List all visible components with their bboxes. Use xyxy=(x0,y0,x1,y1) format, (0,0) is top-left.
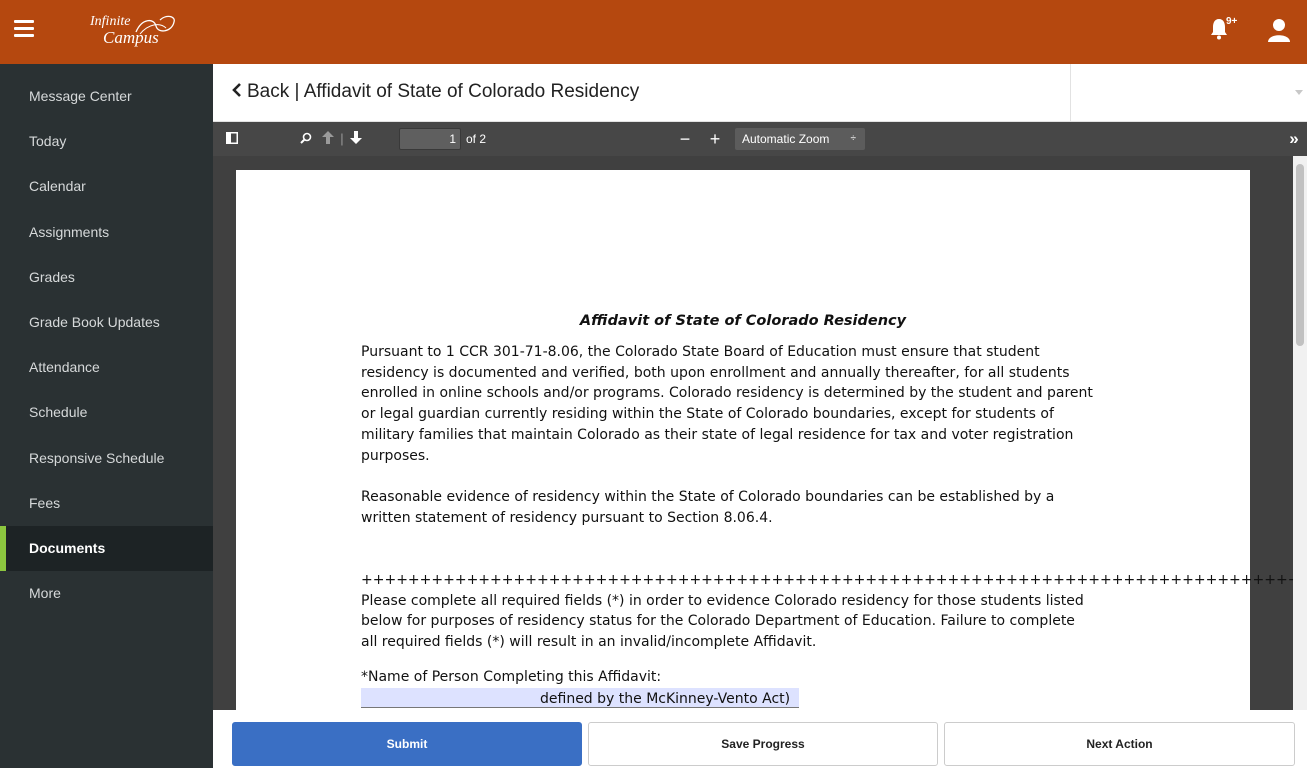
document-title: Affidavit of State of Colorado Residency xyxy=(579,313,907,329)
cut-off-line: defined by the McKinney-Vento Act) xyxy=(540,691,791,707)
pdf-toolbar: | 1 of 2 − + Automatic Zoom ÷ » xyxy=(213,122,1307,156)
sidebar-item-calendar[interactable]: Calendar xyxy=(0,164,213,209)
paragraph-residency-requirement: Pursuant to 1 CCR 301-71-8.06, the Color… xyxy=(361,342,1161,466)
notifications-bell-icon[interactable]: 9+ xyxy=(1210,16,1240,46)
user-profile-icon[interactable] xyxy=(1268,18,1294,44)
paragraph-line: Please complete all required fields (*) … xyxy=(361,592,1084,609)
pdf-viewer[interactable]: Affidavit of State of Colorado Residency… xyxy=(213,156,1293,710)
paragraph-line: enrolled in online schools and/or progra… xyxy=(361,385,1093,402)
sidebar: Message Center Today Calendar Assignment… xyxy=(0,64,213,768)
separator-line: ++++++++++++++++++++++++++++++++++++++++… xyxy=(361,572,1293,588)
paragraph-line: or legal guardian currently residing wit… xyxy=(361,406,1054,423)
sidebar-item-fees[interactable]: Fees xyxy=(0,481,213,526)
chevron-down-icon xyxy=(1295,90,1303,95)
save-progress-button[interactable]: Save Progress xyxy=(588,722,938,766)
logo-swoosh-icon xyxy=(135,15,175,35)
paragraph-line: below for purposes of residency status f… xyxy=(361,613,1075,630)
sidebar-item-grades[interactable]: Grades xyxy=(0,255,213,300)
pdf-page: Affidavit of State of Colorado Residency… xyxy=(236,170,1293,710)
paragraph-line: Reasonable evidence of residency within … xyxy=(361,489,1055,505)
select-arrows-icon: ÷ xyxy=(850,133,857,144)
paragraph-line: residency is documented and verified, bo… xyxy=(361,364,1070,381)
sidebar-item-documents[interactable]: Documents xyxy=(0,526,213,571)
paragraph-line: all required fields (*) will result in a… xyxy=(361,634,817,651)
sidebar-toggle-icon[interactable] xyxy=(221,122,243,156)
chevron-left-icon xyxy=(232,83,241,97)
top-bar: Infinite Campus 9+ xyxy=(0,0,1307,64)
sidebar-item-attendance[interactable]: Attendance xyxy=(0,345,213,390)
paragraph-line: written statement of residency pursuant … xyxy=(361,509,773,526)
submit-button[interactable]: Submit xyxy=(232,722,582,766)
search-icon[interactable] xyxy=(295,122,317,156)
zoom-select[interactable]: Automatic Zoom ÷ xyxy=(735,128,865,150)
back-label: Back xyxy=(247,81,290,102)
paragraph-reasonable-evidence: Reasonable evidence of residency within … xyxy=(361,487,1161,528)
header-separator: | xyxy=(294,81,300,102)
page-title: Affidavit of State of Colorado Residency xyxy=(303,81,640,102)
app-logo[interactable]: Infinite Campus xyxy=(70,8,200,56)
notification-badge: 9+ xyxy=(1226,16,1238,27)
zoom-out-button[interactable]: − xyxy=(675,122,695,156)
previous-page-icon[interactable] xyxy=(318,122,338,156)
sidebar-item-more[interactable]: More xyxy=(0,571,213,616)
page-number-input[interactable]: 1 xyxy=(399,128,461,150)
next-page-icon[interactable] xyxy=(345,122,367,156)
name-field-label: *Name of Person Completing this Affidavi… xyxy=(361,669,662,685)
sidebar-item-responsive-schedule[interactable]: Responsive Schedule xyxy=(0,436,213,481)
header-dropdown[interactable] xyxy=(1070,64,1307,122)
zoom-in-button[interactable]: + xyxy=(705,122,725,156)
sidebar-item-grade-book-updates[interactable]: Grade Book Updates xyxy=(0,300,213,345)
pdf-scrollbar[interactable] xyxy=(1293,156,1307,710)
sidebar-item-today[interactable]: Today xyxy=(0,119,213,164)
hamburger-menu-icon[interactable] xyxy=(14,20,34,38)
scrollbar-thumb[interactable] xyxy=(1296,164,1304,346)
back-link[interactable]: Back | Affidavit of State of Colorado Re… xyxy=(231,81,639,103)
more-tools-icon[interactable]: » xyxy=(1283,122,1305,156)
page-count: of 2 xyxy=(466,132,487,146)
zoom-select-value: Automatic Zoom xyxy=(742,132,830,146)
paragraph-instructions: ++++++++++++++++++++++++++++++++++++++++… xyxy=(361,570,1293,653)
paragraph-line: military families that maintain Colorado… xyxy=(361,426,1074,443)
paragraph-line: Pursuant to 1 CCR 301-71-8.06, the Color… xyxy=(361,344,1040,360)
paragraph-line: purposes. xyxy=(361,447,430,464)
action-bar: Submit Save Progress Next Action xyxy=(213,710,1307,768)
sidebar-item-message-center[interactable]: Message Center xyxy=(0,74,213,119)
toolbar-divider: | xyxy=(340,131,344,146)
page-header: Back | Affidavit of State of Colorado Re… xyxy=(213,64,1307,122)
next-action-button[interactable]: Next Action xyxy=(944,722,1295,766)
sidebar-item-assignments[interactable]: Assignments xyxy=(0,210,213,255)
sidebar-item-schedule[interactable]: Schedule xyxy=(0,390,213,435)
